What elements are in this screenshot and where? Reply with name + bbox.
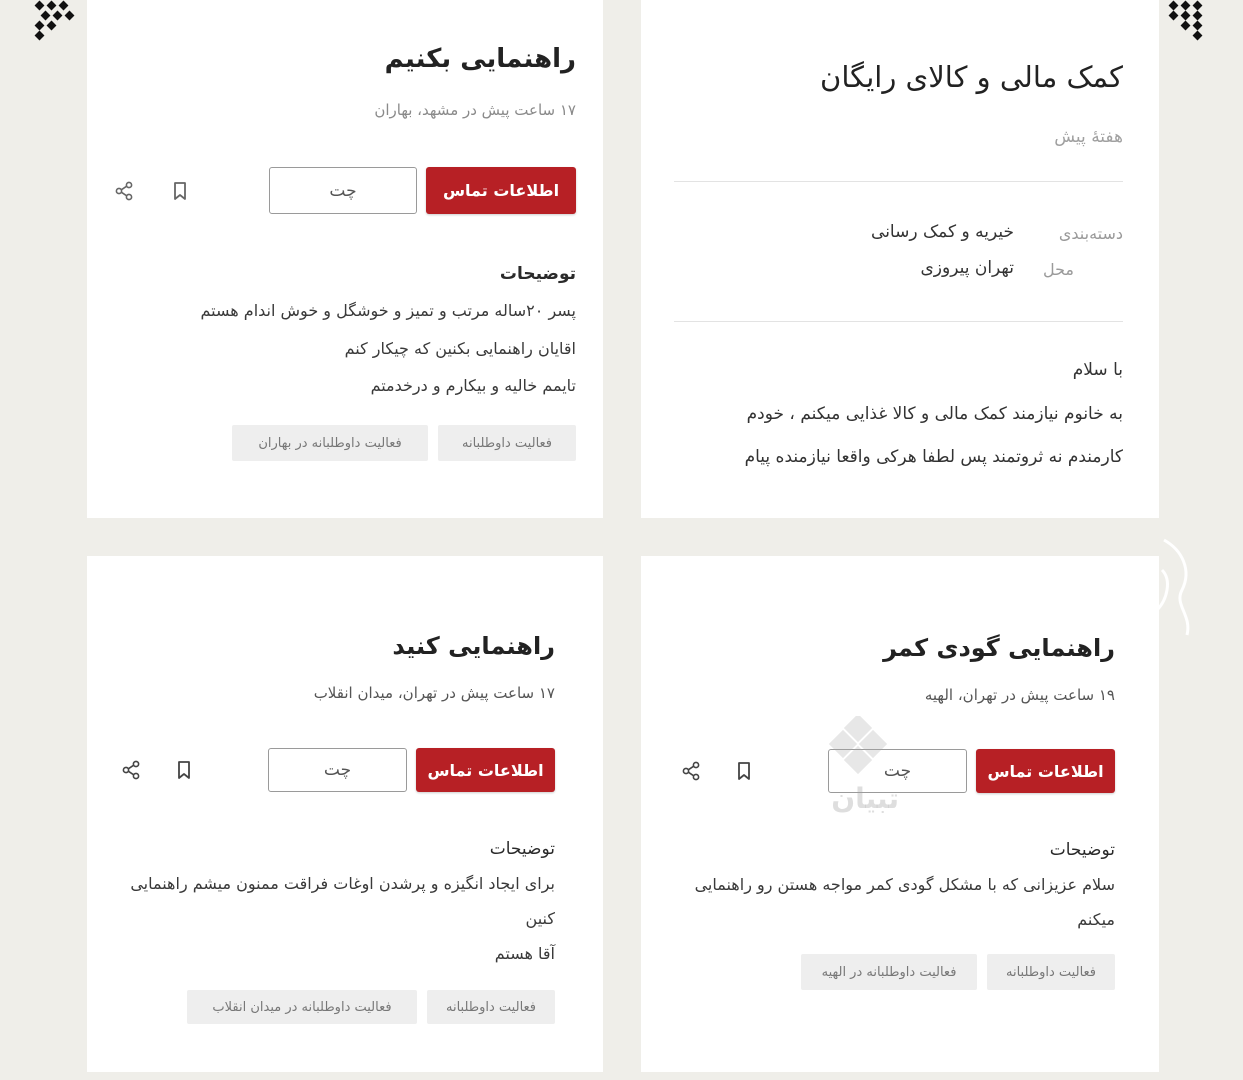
- bookmark-icon[interactable]: [169, 180, 191, 202]
- contact-info-button[interactable]: اطلاعات تماس: [976, 749, 1115, 793]
- description-heading: توضیحات: [1049, 840, 1115, 860]
- watermark-logo: تبیان: [813, 713, 903, 826]
- tag-chip[interactable]: فعالیت داوطلبانه: [427, 990, 555, 1024]
- description-line: سلام عزیزانی که با مشکل گودی کمر مواجه ه…: [694, 875, 1115, 894]
- share-icon[interactable]: [113, 180, 135, 202]
- body-line: با سلام: [1072, 360, 1123, 380]
- location-label: محل: [1042, 260, 1074, 279]
- listing-card-4[interactable]: راهنمایی گودی کمر ۱۹ ساعت پیش در تهران، …: [641, 556, 1159, 1072]
- description-line: کنین: [525, 909, 555, 928]
- listing-meta: ۱۹ ساعت پیش در تهران، الهیه: [924, 686, 1115, 704]
- listing-title[interactable]: کمک مالی و کالای رایگان: [820, 60, 1123, 94]
- listing-meta: هفتهٔ پیش: [1054, 127, 1123, 147]
- category-value[interactable]: خیریه و کمک رسانی: [871, 222, 1014, 242]
- chat-label: چت: [329, 180, 357, 201]
- decorative-pattern-left: [32, 0, 76, 42]
- divider: [674, 181, 1123, 182]
- tag-chip[interactable]: فعالیت داوطلبانه: [438, 425, 576, 461]
- bookmark-icon[interactable]: [173, 759, 195, 781]
- listing-title[interactable]: راهنمایی بکنیم: [385, 44, 576, 74]
- tag-label: فعالیت داوطلبانه: [1005, 964, 1097, 980]
- share-icon[interactable]: [120, 759, 142, 781]
- description-line: اقایان راهنمایی بکنین که چیکار کنم: [344, 339, 576, 358]
- listing-card-1[interactable]: راهنمایی بکنیم ۱۷ ساعت پیش در مشهد، بهار…: [87, 0, 603, 518]
- decorative-pattern-right: [1166, 0, 1210, 42]
- tag-chip[interactable]: فعالیت داوطلبانه در میدان انقلاب: [187, 990, 417, 1024]
- decorative-outline-ornament: [1152, 530, 1202, 650]
- chat-button[interactable]: چت: [268, 748, 407, 792]
- description-line: پسر ۲۰ساله مرتب و تمیز و خوشگل و خوش اند…: [200, 301, 576, 320]
- watermark-text: تبیان: [831, 782, 899, 815]
- tag-label: فعالیت داوطلبانه در الهیه: [821, 964, 957, 980]
- tag-label: فعالیت داوطلبانه در بهاران: [258, 435, 402, 451]
- listing-meta: ۱۷ ساعت پیش در مشهد، بهاران: [374, 101, 576, 119]
- contact-info-label: اطلاعات تماس: [442, 181, 560, 200]
- bookmark-icon[interactable]: [733, 760, 755, 782]
- listing-card-3[interactable]: راهنمایی کنید ۱۷ ساعت پیش در تهران، میدا…: [87, 556, 603, 1072]
- divider: [674, 321, 1123, 322]
- tag-chip[interactable]: فعالیت داوطلبانه در الهیه: [801, 954, 977, 990]
- chat-button[interactable]: چت: [269, 167, 417, 214]
- tag-chip[interactable]: فعالیت داوطلبانه: [987, 954, 1115, 990]
- category-label: دسته‌بندی: [1058, 224, 1123, 243]
- tag-label: فعالیت داوطلبانه: [461, 435, 553, 451]
- tag-label: فعالیت داوطلبانه: [445, 999, 537, 1015]
- description-line: تایمم خالیه و بیکارم و درخدمتم: [370, 376, 576, 395]
- listing-title[interactable]: راهنمایی کنید: [392, 632, 555, 660]
- chat-label: چت: [323, 760, 352, 780]
- description-heading: توضیحات: [499, 264, 576, 284]
- contact-info-label: اطلاعات تماس: [987, 761, 1104, 781]
- share-icon[interactable]: [680, 760, 702, 782]
- contact-info-button[interactable]: اطلاعات تماس: [416, 748, 555, 792]
- description-line: میکنم: [1077, 910, 1115, 929]
- description-line: برای ایجاد انگیزه و پرشدن اوغات فراقت مم…: [130, 874, 555, 893]
- tag-chip[interactable]: فعالیت داوطلبانه در بهاران: [232, 425, 428, 461]
- tag-label: فعالیت داوطلبانه در میدان انقلاب: [212, 999, 392, 1015]
- listing-card-2[interactable]: کمک مالی و کالای رایگان هفتهٔ پیش دسته‌ب…: [641, 0, 1159, 518]
- listing-meta: ۱۷ ساعت پیش در تهران، میدان انقلاب: [313, 684, 555, 702]
- location-value[interactable]: تهران پیروزی: [920, 258, 1014, 278]
- body-line: کارمندم نه ثروتمند پس لطفا هرکی واقعا نی…: [744, 447, 1123, 467]
- description-line: آقا هستم: [494, 944, 555, 963]
- contact-info-label: اطلاعات تماس: [427, 760, 544, 780]
- description-heading: توضیحات: [489, 839, 555, 859]
- body-line: به خانوم نیازمند کمک مالی و کالا غذایی م…: [746, 404, 1123, 424]
- contact-info-button[interactable]: اطلاعات تماس: [426, 167, 576, 214]
- listing-title[interactable]: راهنمایی گودی کمر: [883, 634, 1115, 662]
